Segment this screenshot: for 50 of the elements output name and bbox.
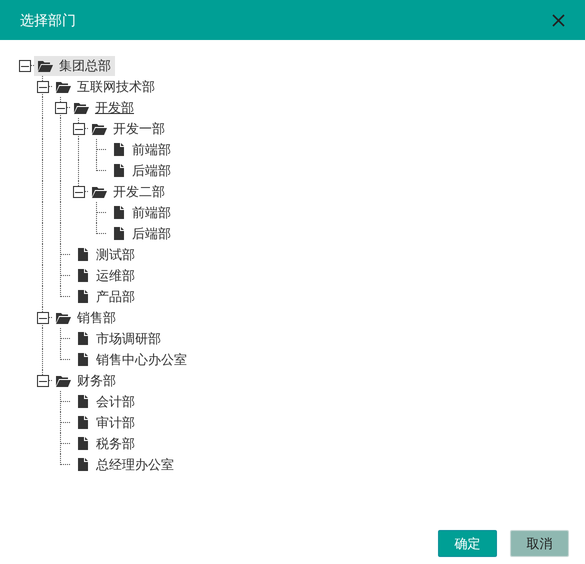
tree-node[interactable]: 审计部	[71, 412, 139, 432]
file-icon	[114, 206, 124, 219]
tree-node[interactable]: 销售部	[52, 308, 120, 328]
file-icon	[114, 227, 124, 240]
open-folder-icon	[92, 186, 107, 198]
cancel-button[interactable]: 取消	[510, 530, 569, 557]
file-icon	[78, 458, 88, 471]
dialog-title: 选择部门	[20, 10, 76, 30]
toggle-button[interactable]	[37, 375, 49, 387]
toggle-button[interactable]	[73, 123, 85, 135]
toggle-button[interactable]	[37, 81, 49, 93]
tree-node[interactable]: 总经理办公室	[71, 454, 178, 474]
tree-node[interactable]: 市场调研部	[71, 328, 165, 348]
close-icon[interactable]	[552, 14, 565, 26]
tree-node[interactable]: 开发部	[70, 98, 138, 118]
tree-node[interactable]: 集团总部	[34, 56, 115, 76]
tree-node[interactable]: 互联网技术部	[52, 76, 159, 96]
tree-node[interactable]: 财务部	[52, 370, 120, 390]
file-icon	[78, 353, 88, 366]
open-folder-icon	[38, 60, 53, 72]
open-folder-icon	[56, 80, 71, 92]
file-icon	[78, 416, 88, 429]
tree-node[interactable]: 开发一部	[88, 118, 169, 138]
file-icon	[78, 269, 88, 282]
open-folder-icon	[56, 312, 71, 324]
file-icon	[78, 290, 88, 303]
tree-node[interactable]: 后端部	[107, 160, 175, 180]
open-folder-icon	[74, 102, 89, 114]
file-icon	[114, 143, 124, 156]
tree-node[interactable]: 销售中心办公室	[71, 350, 191, 370]
tree-node[interactable]: 税务部	[71, 434, 139, 454]
tree-node[interactable]: 开发二部	[88, 182, 169, 202]
tree-node[interactable]: 前端部	[107, 140, 175, 160]
tree-node[interactable]: 会计部	[71, 392, 139, 412]
file-icon	[78, 395, 88, 408]
file-icon	[78, 332, 88, 345]
toggle-button[interactable]	[55, 102, 67, 114]
tree-node[interactable]: 运维部	[71, 266, 139, 286]
open-folder-icon	[92, 122, 107, 134]
file-icon	[114, 164, 124, 177]
tree-node[interactable]: 产品部	[71, 286, 139, 306]
tree-node[interactable]: 后端部	[107, 224, 175, 244]
toggle-button[interactable]	[37, 312, 49, 324]
tree-node[interactable]: 测试部	[71, 244, 139, 264]
file-icon	[78, 248, 88, 261]
toggle-button[interactable]	[19, 60, 31, 72]
toggle-button[interactable]	[73, 186, 85, 198]
tree-node[interactable]: 前端部	[107, 202, 175, 222]
file-icon	[78, 437, 88, 450]
open-folder-icon	[56, 374, 71, 386]
